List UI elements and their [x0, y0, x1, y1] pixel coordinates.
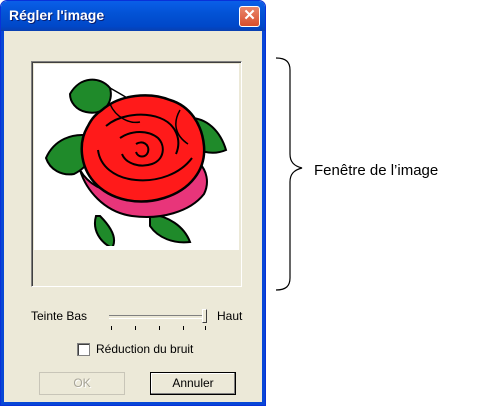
noise-reduction-label[interactable]: Réduction du bruit [96, 342, 193, 356]
noise-reduction-checkbox[interactable] [77, 343, 90, 356]
slider-tick [205, 326, 206, 330]
title-bar[interactable]: Régler l'image ✕ [1, 1, 265, 31]
image-preview [34, 64, 239, 250]
cancel-button[interactable]: Annuler [150, 372, 236, 395]
slider-tick [183, 326, 184, 330]
slider-tick [111, 326, 112, 330]
window-border-left [1, 31, 4, 405]
tint-high-label: Haut [217, 309, 243, 323]
close-button[interactable]: ✕ [239, 6, 260, 27]
slider-tick [159, 326, 160, 330]
close-icon: ✕ [243, 7, 256, 24]
window-border-bottom [1, 402, 265, 405]
window-border-right [262, 31, 265, 405]
adjust-image-dialog: Régler l'image ✕ Teinte Bas Haut Réducti… [0, 0, 266, 406]
slider-tick [135, 326, 136, 330]
image-window [31, 61, 242, 287]
tint-slider-row: Teinte Bas Haut [31, 309, 263, 339]
tint-slider-track[interactable] [109, 315, 207, 319]
dialog-title: Régler l'image [9, 7, 105, 23]
tint-slider-thumb[interactable] [202, 309, 207, 323]
ok-button[interactable]: OK [39, 372, 125, 395]
image-window-annotation: Fenêtre de l’image [314, 162, 439, 179]
tint-low-label: Teinte Bas [31, 309, 88, 323]
rose-image [44, 78, 228, 246]
callout-bracket [275, 57, 303, 291]
